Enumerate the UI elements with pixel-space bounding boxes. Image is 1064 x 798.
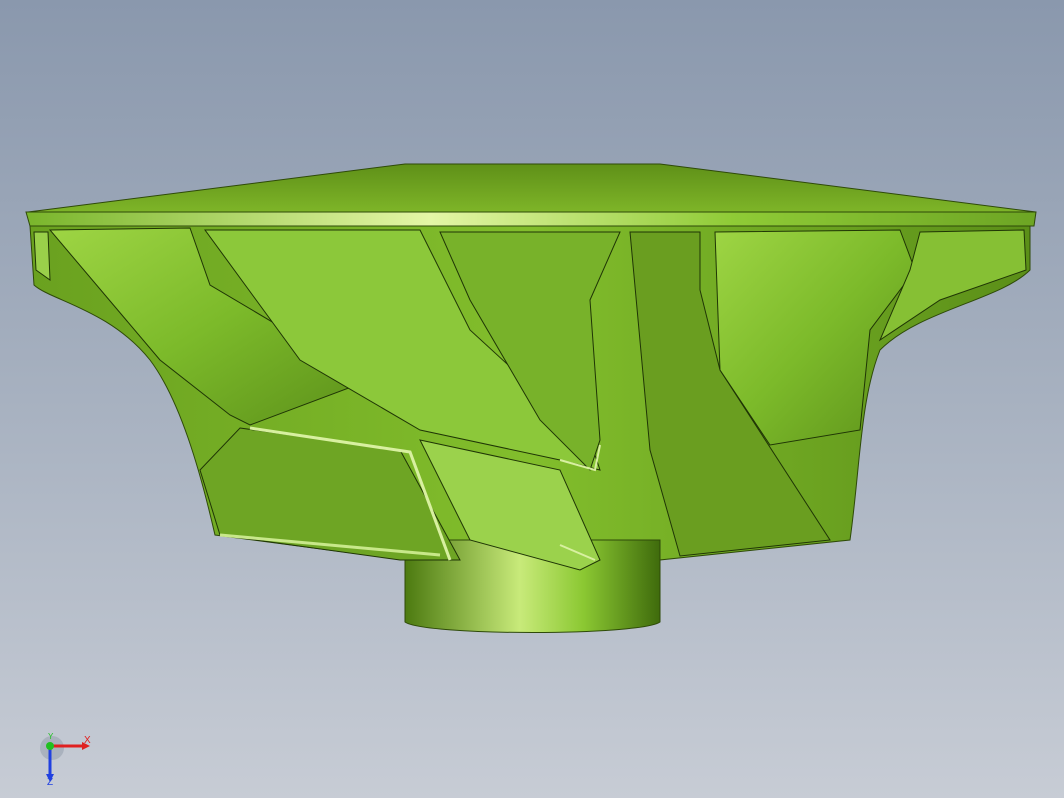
axis-triad: X Y Z: [38, 730, 108, 790]
y-axis-dot: [46, 742, 54, 750]
impeller-model[interactable]: [0, 0, 1064, 798]
y-axis-label: Y: [48, 732, 54, 741]
impeller-rim: [25, 211, 1037, 227]
x-axis-label: X: [84, 735, 91, 746]
z-axis-label: Z: [47, 777, 54, 788]
graphics-viewport[interactable]: X Y Z: [0, 0, 1064, 798]
impeller-top-cone: [27, 163, 1037, 213]
